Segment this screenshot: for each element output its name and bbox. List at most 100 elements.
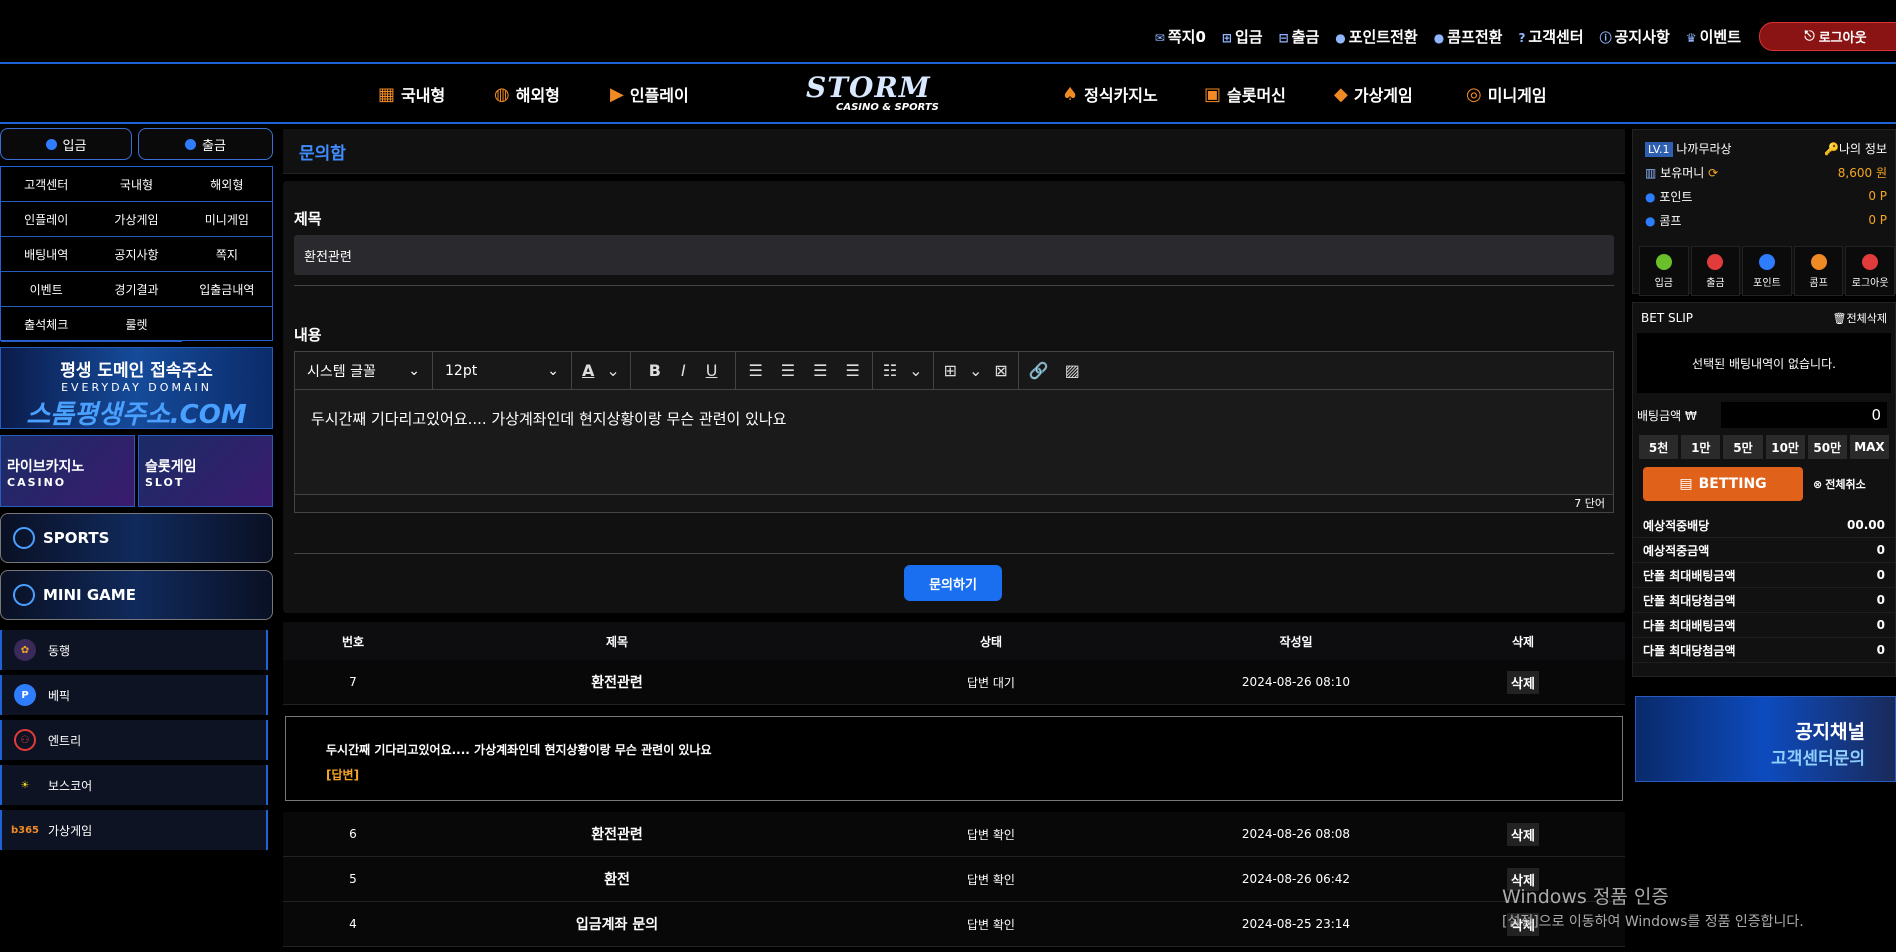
topbar-link-deposit[interactable]: ⊞ 입금 — [1222, 26, 1263, 47]
sidebar-menu-item[interactable]: 경기결과 — [91, 272, 182, 307]
sidebar-deposit-button[interactable]: 입금 — [0, 128, 132, 160]
chip-button[interactable]: 10만 — [1765, 435, 1805, 459]
nav-overseas[interactable]: ◍ 해외형 — [494, 82, 560, 106]
sports-banner[interactable]: SPORTS — [0, 513, 273, 563]
ordered-list-icon[interactable]: ☷ — [883, 361, 897, 380]
table-row[interactable]: 4 입금계좌 문의 답변 확인 2024-08-25 23:14 삭제 — [283, 902, 1625, 947]
delete-button[interactable]: 삭제 — [1507, 822, 1539, 846]
domain-banner[interactable]: 평생 도메인 접속주소 EVERYDAY DOMAIN 스톰평생주소.COM — [0, 347, 273, 430]
topbar-link-withdraw[interactable]: ⊟ 출금 — [1279, 26, 1320, 47]
text-color-icon[interactable]: A — [582, 361, 594, 380]
row-title[interactable]: 환전 — [423, 869, 811, 889]
topbar-link-comp[interactable]: ● 콤프전환 — [1434, 26, 1503, 47]
format-group: BIU — [631, 351, 737, 390]
game-item-entry[interactable]: ⚇ 엔트리 — [0, 720, 268, 760]
image-icon[interactable]: ▨ — [1065, 361, 1080, 380]
nav-minigame[interactable]: ◎ 미니게임 — [1466, 82, 1547, 106]
question-icon: ? — [1518, 31, 1526, 45]
table-icon[interactable]: ⊞ — [944, 361, 957, 380]
align-center-icon[interactable]: ☰ — [813, 361, 827, 380]
chip-button[interactable]: MAX — [1849, 435, 1890, 459]
top-links: ✉ 쪽지0 ⊞ 입금 ⊟ 출금 ● 포인트전환 ● 콤프전환 ? 고객센터 ⓘ 공지사항 ♛ 이… — [1155, 26, 1741, 47]
align-justify-icon[interactable]: ☰ — [748, 361, 762, 380]
game-item-bepick[interactable]: P 베픽 — [0, 675, 268, 715]
quick-withdraw-button[interactable]: 출금 — [1690, 246, 1741, 296]
game-item-donghaeng[interactable]: ✿ 동행 — [0, 630, 268, 670]
refresh-icon[interactable]: ⟳ — [1708, 166, 1718, 180]
sidebar-withdraw-button[interactable]: 출금 — [138, 128, 273, 160]
editor-body[interactable]: 두시간째 기다리고있어요.... 가상계좌인데 현지상황이랑 무슨 관련이 있나… — [295, 390, 1613, 494]
font-family-select[interactable]: 시스템 글꼴 ⌄ — [295, 351, 433, 390]
logout-button[interactable]: ⎋ 로그아웃 — [1759, 22, 1896, 51]
minigame-banner[interactable]: MINI GAME — [0, 570, 273, 620]
italic-icon[interactable]: I — [681, 361, 686, 380]
notice-channel-banner[interactable]: 공지채널 고객센터문의 — [1635, 696, 1896, 782]
row-title[interactable]: 환전관련 — [423, 672, 811, 692]
sidebar-menu-item[interactable]: 국내형 — [91, 167, 182, 202]
slot-game-banner[interactable]: 슬롯게임 SLOT — [138, 435, 273, 507]
my-info-link[interactable]: 🔑나의 정보 — [1824, 140, 1887, 157]
table-row[interactable]: 6 환전관련 답변 확인 2024-08-26 08:08 삭제 — [283, 812, 1625, 857]
topbar-link-point[interactable]: ● 포인트전환 — [1335, 26, 1418, 47]
sidebar-menu-item[interactable]: 가상게임 — [91, 202, 182, 237]
expanded-inquiry: 두시간째 기다리고있어요.... 가상계좌인데 현지상황이랑 무슨 관련이 있나… — [285, 716, 1623, 801]
chevron-down-icon[interactable]: ⌄ — [909, 361, 922, 380]
clear-format-icon[interactable]: ⊠ — [994, 361, 1007, 380]
sidebar-menu-item[interactable]: 미니게임 — [181, 202, 272, 237]
game-item-virtual[interactable]: b365 가상게임 — [0, 810, 268, 850]
sidebar-menu-item[interactable]: 인플레이 — [1, 202, 92, 237]
sidebar-menu-item[interactable]: 출석체크 — [1, 307, 92, 342]
chip-button[interactable]: 50만 — [1807, 435, 1847, 459]
sidebar-menu-item[interactable]: 고객센터 — [1, 167, 92, 202]
clear-all-button[interactable]: 🗑전체삭제 — [1833, 310, 1887, 326]
betting-button[interactable]: ▤ BETTING — [1643, 467, 1803, 501]
sidebar-menu-item[interactable]: 배팅내역 — [1, 237, 92, 272]
divider — [294, 553, 1614, 554]
live-casino-banner[interactable]: 라이브카지노 CASINO — [0, 435, 135, 507]
nav-virtual[interactable]: ◆ 가상게임 — [1334, 82, 1413, 106]
text-color-group: A ⌄ — [572, 351, 631, 390]
storm-logo[interactable]: STORM CASINO & SPORTS — [806, 74, 946, 116]
chip-button[interactable]: 5천 — [1639, 435, 1679, 459]
bet-amount-input[interactable]: 0 — [1721, 402, 1887, 428]
sidebar-menu-item[interactable]: 룰렛 — [91, 307, 182, 342]
nav-domestic[interactable]: ▦ 국내형 — [378, 82, 445, 106]
nav-inplay[interactable]: ▶ 인플레이 — [610, 82, 689, 106]
nav-slot[interactable]: ▣ 슬롯머신 — [1204, 82, 1286, 106]
cancel-all-button[interactable]: ⊗ 전체취소 — [1813, 467, 1866, 501]
minigame-banner-icon — [13, 584, 35, 606]
submit-inquiry-button[interactable]: 문의하기 — [904, 565, 1002, 601]
topbar-link-notice[interactable]: ⓘ 공지사항 — [1600, 26, 1670, 47]
delete-button[interactable]: 삭제 — [1507, 670, 1539, 694]
quick-point-button[interactable]: 포인트 — [1742, 246, 1792, 296]
link-icon[interactable]: 🔗 — [1029, 361, 1049, 380]
sidebar-menu-item[interactable]: 공지사항 — [91, 237, 182, 272]
table-row[interactable]: 5 환전 답변 확인 2024-08-26 06:42 삭제 — [283, 857, 1625, 902]
quick-logout-button[interactable]: 로그아웃 — [1845, 246, 1895, 296]
sidebar-menu-item[interactable]: 해외형 — [181, 167, 272, 202]
topbar-link-messages[interactable]: ✉ 쪽지0 — [1155, 26, 1206, 47]
chip-button[interactable]: 5만 — [1723, 435, 1763, 459]
chevron-down-icon[interactable]: ⌄ — [606, 361, 619, 380]
sidebar-menu-item[interactable]: 입출금내역 — [181, 272, 272, 307]
chevron-down-icon[interactable]: ⌄ — [969, 361, 982, 380]
table-row[interactable]: 7 환전관련 답변 대기 2024-08-26 08:10 삭제 — [283, 660, 1625, 705]
comp-icon — [1810, 253, 1827, 270]
chip-button[interactable]: 1만 — [1681, 435, 1721, 459]
align-right-icon[interactable]: ☰ — [845, 361, 859, 380]
game-item-boscore[interactable]: ☀ 보스코어 — [0, 765, 268, 805]
align-left-icon[interactable]: ☰ — [781, 361, 795, 380]
topbar-link-support[interactable]: ? 고객센터 — [1518, 26, 1583, 47]
topbar-link-event[interactable]: ♛ 이벤트 — [1686, 26, 1741, 47]
nav-casino[interactable]: ♠ 정식카지노 — [1062, 82, 1158, 106]
row-title[interactable]: 입금계좌 문의 — [423, 914, 811, 934]
font-size-select[interactable]: 12pt ⌄ — [433, 351, 572, 390]
quick-comp-button[interactable]: 콤프 — [1793, 246, 1844, 296]
bold-icon[interactable]: B — [649, 361, 661, 380]
sidebar-menu-item[interactable]: 이벤트 — [1, 272, 92, 307]
quick-deposit-button[interactable]: 입금 — [1639, 246, 1689, 296]
row-title[interactable]: 환전관련 — [423, 824, 811, 844]
underline-icon[interactable]: U — [706, 361, 718, 380]
sidebar-menu-item[interactable]: 쪽지 — [181, 237, 272, 272]
subject-input[interactable]: 환전관련 — [294, 235, 1614, 275]
